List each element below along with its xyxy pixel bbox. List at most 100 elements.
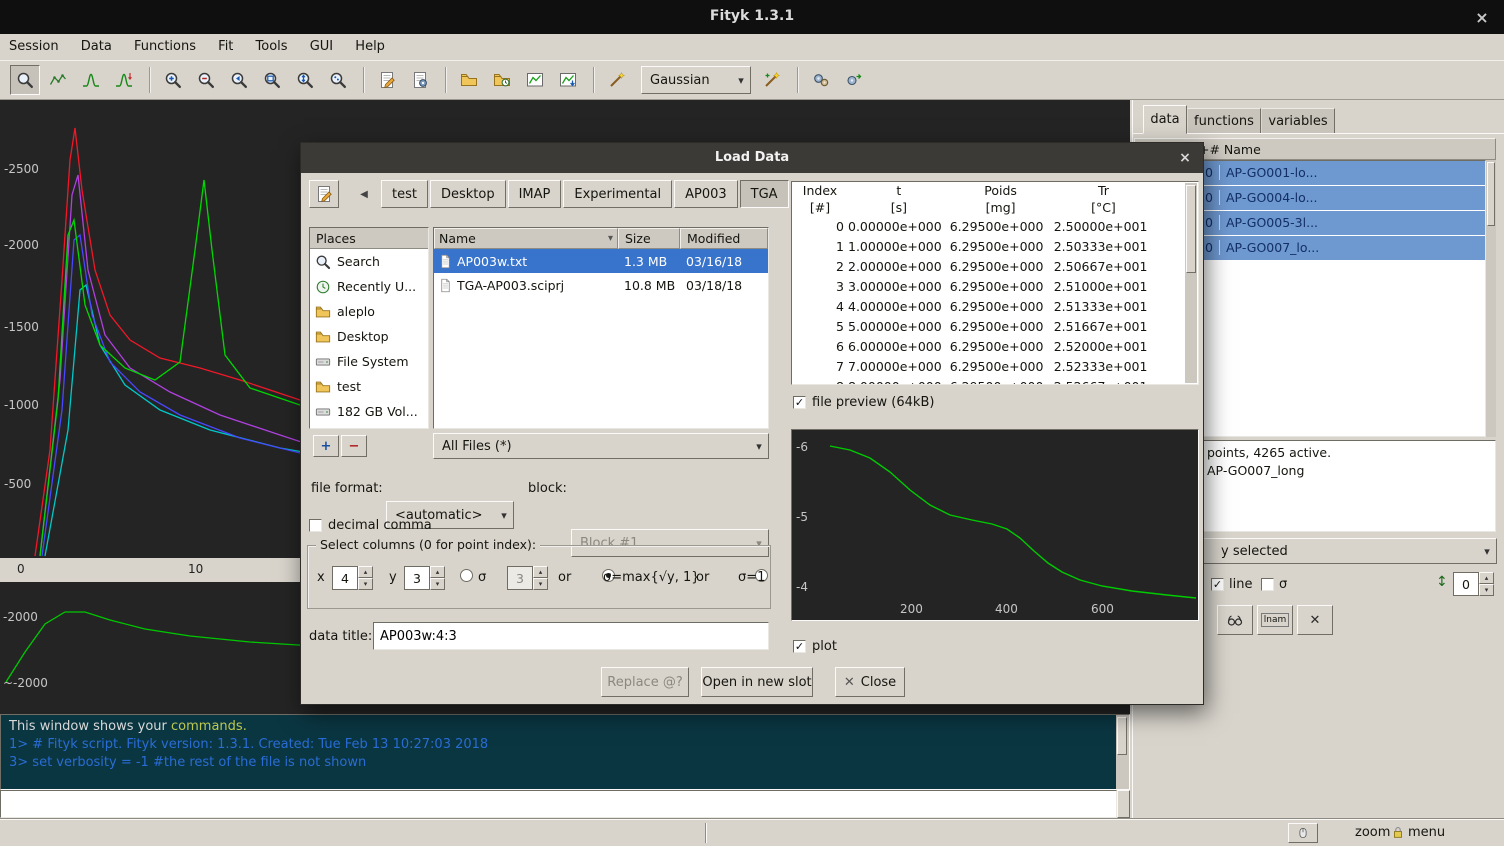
line-checkbox[interactable]: ✓ <box>1211 578 1224 591</box>
path-button-test[interactable]: test <box>381 180 428 208</box>
close-button[interactable]: ✕ Close <box>835 667 905 697</box>
column-header-modified[interactable]: Modified <box>680 228 768 249</box>
file-preview-group[interactable]: ✓ file preview (64kB) <box>793 393 934 411</box>
run-fit-button[interactable] <box>806 65 836 95</box>
file-row-selected[interactable]: AP003w.txt 1.3 MB 03/16/18 <box>434 249 768 273</box>
menu-gui[interactable]: GUI <box>301 34 342 60</box>
add-place-button[interactable]: + <box>313 435 339 457</box>
x-column-spinner[interactable]: 4 ▴▾ <box>332 566 373 590</box>
view-data-button[interactable] <box>1217 605 1253 635</box>
place-file-system[interactable]: File System <box>310 349 428 374</box>
file-list[interactable]: Name ▾ Size Modified AP003w.txt 1.3 MB 0… <box>433 227 769 429</box>
dialog-titlebar[interactable]: Load Data × <box>301 143 1203 173</box>
path-button-imap[interactable]: IMAP <box>508 180 562 208</box>
path-scroll-left-button[interactable]: ◀ <box>353 180 375 208</box>
zoom-previous-button[interactable] <box>224 65 254 95</box>
zoom-all-button[interactable] <box>257 65 287 95</box>
menu-fit[interactable]: Fit <box>209 34 242 60</box>
menu-session[interactable]: Session <box>0 34 68 60</box>
minus-icon: − <box>349 439 360 454</box>
menu-data[interactable]: Data <box>72 34 121 60</box>
zoom-auto-button[interactable] <box>323 65 353 95</box>
y-column-spinner[interactable]: 3 ▴▾ <box>404 566 445 590</box>
delete-data-button[interactable]: ✕ <box>1297 605 1333 635</box>
column-header-name[interactable]: Name ▾ <box>434 228 618 249</box>
statusbar-mouse-button[interactable] <box>1288 823 1318 843</box>
spin-up-icon[interactable]: ▴ <box>1479 572 1494 584</box>
line-checkbox-group[interactable]: ✓ line <box>1211 574 1252 594</box>
window-close-button[interactable]: × <box>1466 0 1498 34</box>
data-range-mode-button[interactable] <box>43 65 73 95</box>
zoom-out-button[interactable] <box>191 65 221 95</box>
menu-tools[interactable]: Tools <box>247 34 297 60</box>
remove-place-button[interactable]: − <box>341 435 367 457</box>
plot-checkbox[interactable]: ✓ <box>793 640 806 653</box>
plot-checkbox-group[interactable]: ✓ plot <box>793 637 837 655</box>
sigma-checkbox-group[interactable]: σ <box>1261 574 1287 594</box>
tab-variables[interactable]: variables <box>1261 108 1335 134</box>
fit-settings-button[interactable] <box>839 65 869 95</box>
open-in-new-slot-button[interactable]: Open in new slot <box>701 667 813 697</box>
scrollbar-thumb[interactable] <box>1186 185 1196 273</box>
tab-functions[interactable]: functions <box>1187 108 1261 134</box>
place-recently-used[interactable]: Recently U... <box>310 274 428 299</box>
menu-functions[interactable]: Functions <box>125 34 205 60</box>
preview-table-panel[interactable]: Index t Poids Tr [#] [s] [mg] [°C] 00.00… <box>791 181 1199 385</box>
spin-up-icon[interactable]: ▴ <box>358 566 373 578</box>
column-header-size[interactable]: Size <box>618 228 680 249</box>
add-function-button[interactable] <box>757 65 787 95</box>
place-test[interactable]: test <box>310 374 428 399</box>
edit-script-button[interactable] <box>372 65 402 95</box>
place-desktop[interactable]: Desktop <box>310 324 428 349</box>
spin-down-icon[interactable]: ▾ <box>358 578 373 590</box>
path-button-ap003[interactable]: AP003 <box>674 180 738 208</box>
spin-up-icon[interactable]: ▴ <box>430 566 445 578</box>
rerun-script-button[interactable] <box>405 65 435 95</box>
sigma-column-radio[interactable] <box>460 569 473 582</box>
zoom-vertical-button[interactable] <box>290 65 320 95</box>
quick-fit-button[interactable] <box>602 65 632 95</box>
path-button-desktop[interactable]: Desktop <box>430 180 506 208</box>
open-recent-button[interactable] <box>487 65 517 95</box>
output-console[interactable]: This window shows your commands. 1> # Fi… <box>0 714 1130 790</box>
type-location-button[interactable] <box>309 180 339 208</box>
place-volume[interactable]: 182 GB Vol... <box>310 399 428 424</box>
file-preview-checkbox[interactable]: ✓ <box>793 396 806 409</box>
decimal-comma-checkbox[interactable] <box>309 519 322 532</box>
data-title-input[interactable] <box>373 622 769 650</box>
replace-button[interactable]: Replace @? <box>601 667 689 697</box>
scrollbar-thumb[interactable] <box>1117 717 1127 755</box>
path-button-experimental[interactable]: Experimental <box>563 180 672 208</box>
place-home[interactable]: aleplo <box>310 299 428 324</box>
rename-data-button[interactable]: lnam <box>1257 605 1293 635</box>
close-icon: × <box>1475 8 1488 27</box>
file-format-label: file format: <box>311 481 383 496</box>
sigma-checkbox[interactable] <box>1261 578 1274 591</box>
spin-down-icon[interactable]: ▾ <box>430 578 445 590</box>
menu-help[interactable]: Help <box>346 34 394 60</box>
command-input[interactable] <box>0 790 1117 818</box>
scrollbar-thumb[interactable] <box>1487 162 1495 226</box>
dialog-close-button[interactable]: × <box>1171 143 1199 173</box>
save-image-button[interactable] <box>520 65 550 95</box>
decimal-comma-group[interactable]: decimal comma <box>309 516 432 534</box>
zoom-mode-button[interactable] <box>10 65 40 95</box>
file-row[interactable]: TGA-AP003.sciprj 10.8 MB 03/18/18 <box>434 273 768 297</box>
point-size-spinner[interactable]: 0 ▴▾ <box>1453 572 1494 596</box>
drag-peak-mode-button[interactable] <box>109 65 139 95</box>
function-type-combo[interactable]: Gaussian ▾ <box>641 66 751 94</box>
open-data-button[interactable] <box>454 65 484 95</box>
tab-data[interactable]: data <box>1143 105 1187 134</box>
file-filter-combo[interactable]: All Files (*) ▾ <box>433 433 769 459</box>
data-list-scrollbar[interactable] <box>1486 160 1496 437</box>
spin-down-icon[interactable]: ▾ <box>1479 584 1494 596</box>
places-panel[interactable]: Places Search Recently U... aleplo Deskt… <box>309 227 429 429</box>
console-scrollbar[interactable] <box>1116 715 1129 789</box>
zoom-in-button[interactable] <box>158 65 188 95</box>
export-data-button[interactable] <box>553 65 583 95</box>
y-column-value: 3 <box>404 566 430 590</box>
place-search[interactable]: Search <box>310 249 428 274</box>
path-button-tga[interactable]: TGA <box>740 180 789 208</box>
add-peak-mode-button[interactable] <box>76 65 106 95</box>
preview-table-scrollbar[interactable] <box>1185 183 1197 383</box>
